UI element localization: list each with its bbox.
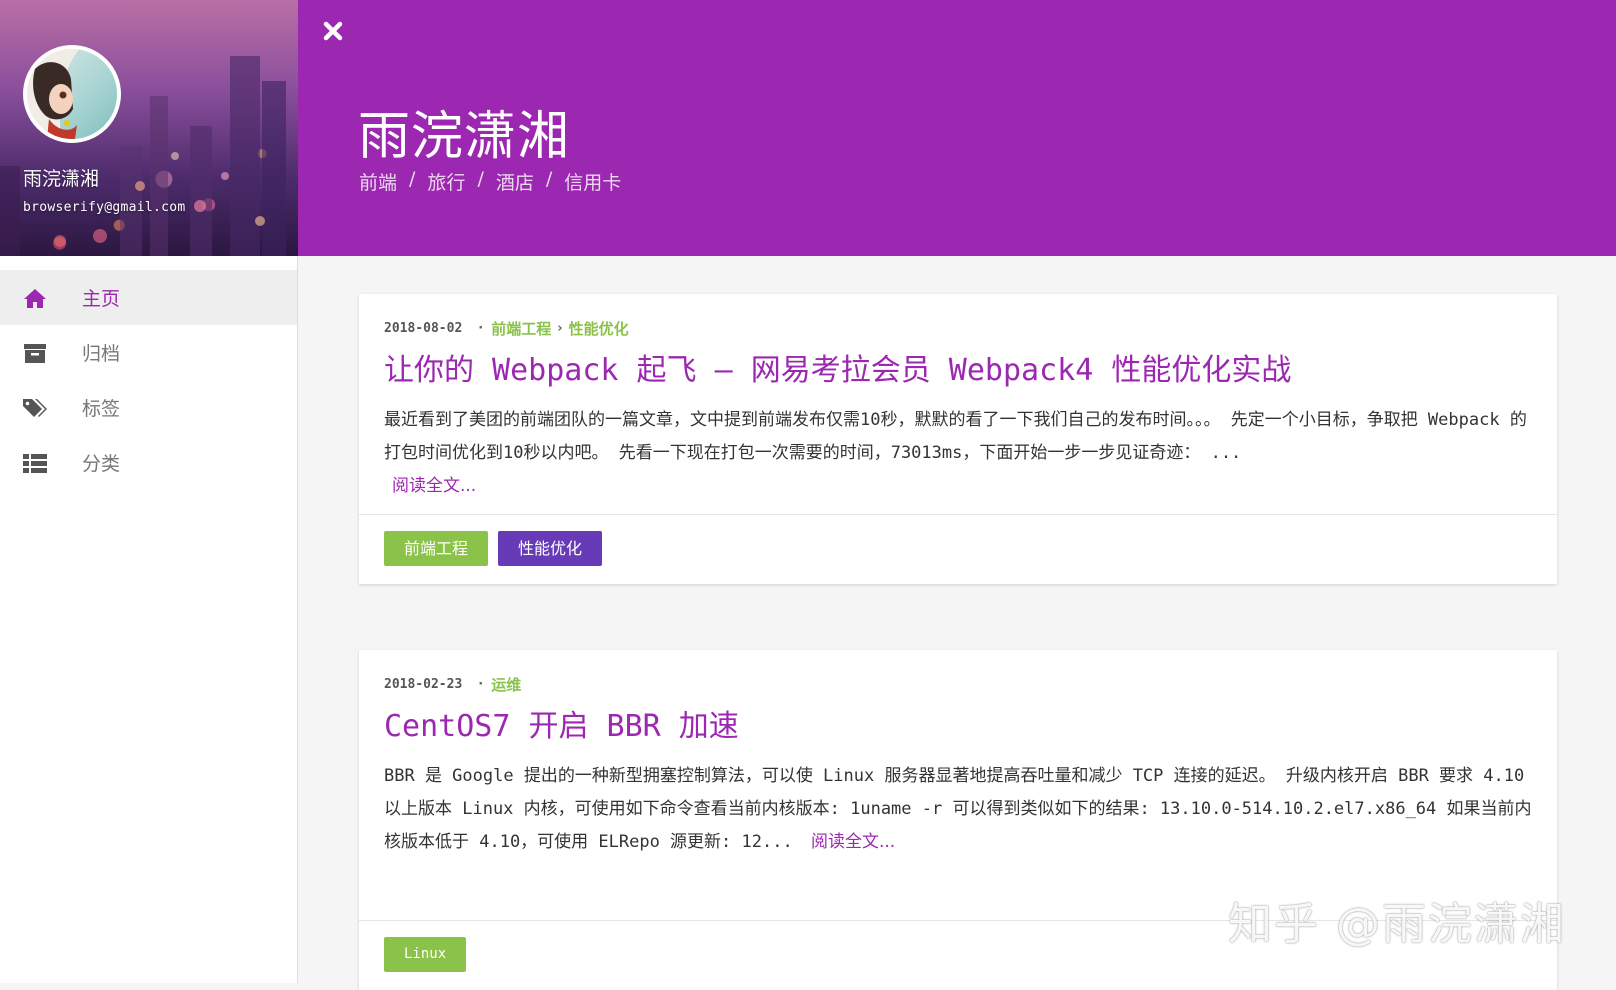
post-date: 2018-02-23 [384,676,463,692]
profile-header: 雨浣潇湘 browserify@gmail.com [0,0,298,256]
subtitle-separator: / [477,168,484,190]
subtitle-separator: / [545,168,553,190]
sidebar-item-label: 归档 [82,343,121,365]
post-category-link[interactable]: 运维 [491,674,521,695]
post-category-link[interactable]: 性能优化 [569,318,629,339]
subtitle-separator: / [409,168,416,190]
post-date: 2018-08-02 [384,320,463,336]
profile-email[interactable]: browserify@gmail.com [23,200,186,215]
post-title-link[interactable]: CentOS7 开启 BBR 加速 [384,706,1532,748]
tag-chip[interactable]: Linux [384,937,467,972]
sidebar-item-label: 分类 [82,453,121,475]
close-sidebar-button[interactable] [322,20,344,42]
subtitle-item: 信用卡 [564,172,622,194]
post-meta: 2018-08-02 · 前端工程 › 性能优化 [384,316,1532,340]
watermark: 知乎 @雨浣潇湘 [1228,899,1566,950]
profile-name: 雨浣潇湘 [23,168,100,190]
sidebar: 雨浣潇湘 browserify@gmail.com 主页 归档 标签 分类 [0,0,298,983]
sidebar-item-tags[interactable]: 标签 [0,380,297,435]
sidebar-item-home[interactable]: 主页 [0,270,297,325]
post-title-link[interactable]: 让你的 Webpack 起飞 — 网易考拉会员 Webpack4 性能优化实战 [384,350,1532,392]
site-subtitle: 前端 / 旅行 / 酒店 / 信用卡 [359,168,621,195]
post-meta: 2018-02-23 · 运维 [384,672,1532,696]
subtitle-item: 旅行 [427,172,466,194]
post-excerpt: BBR 是 Google 提出的一种新型拥塞控制算法，可以使 Linux 服务器… [384,760,1532,859]
site-title: 雨浣潇湘 [358,107,571,167]
read-more-link[interactable]: 阅读全文... [392,476,476,496]
list-icon [22,452,48,474]
sidebar-nav: 主页 归档 标签 分类 [0,270,297,490]
page-header: 雨浣潇湘 前端 / 旅行 / 酒店 / 信用卡 [298,0,1616,256]
home-icon [22,287,48,309]
post-excerpt: 最近看到了美团的前端团队的一篇文章，文中提到前端发布仅需10秒，默默的看了一下我… [384,404,1532,503]
chevron-right-icon: › [557,320,563,336]
sidebar-item-label: 标签 [82,398,121,420]
tag-chip[interactable]: 性能优化 [498,531,603,566]
sidebar-item-archive[interactable]: 归档 [0,325,297,380]
sidebar-item-categories[interactable]: 分类 [0,435,297,490]
sidebar-item-label: 主页 [82,288,121,310]
tags-icon [22,397,48,419]
archive-icon [22,342,48,364]
post-card: 2018-08-02 · 前端工程 › 性能优化 让你的 Webpack 起飞 … [359,294,1557,584]
subtitle-item: 前端 [359,172,398,194]
read-more-link[interactable]: 阅读全文... [811,832,895,852]
close-icon [323,21,343,41]
post-category-link[interactable]: 前端工程 [491,318,551,339]
post-excerpt-text: BBR 是 Google 提出的一种新型拥塞控制算法，可以使 Linux 服务器… [384,766,1532,852]
subtitle-item: 酒店 [495,172,534,194]
avatar-illustration [27,49,79,139]
avatar[interactable] [23,45,121,143]
meta-dot: · [478,320,484,336]
tag-chip[interactable]: 前端工程 [384,531,489,566]
post-excerpt-text: 最近看到了美团的前端团队的一篇文章，文中提到前端发布仅需10秒，默默的看了一下我… [384,410,1527,463]
meta-dot: · [478,676,484,692]
post-tags: 前端工程 性能优化 [359,514,1557,584]
